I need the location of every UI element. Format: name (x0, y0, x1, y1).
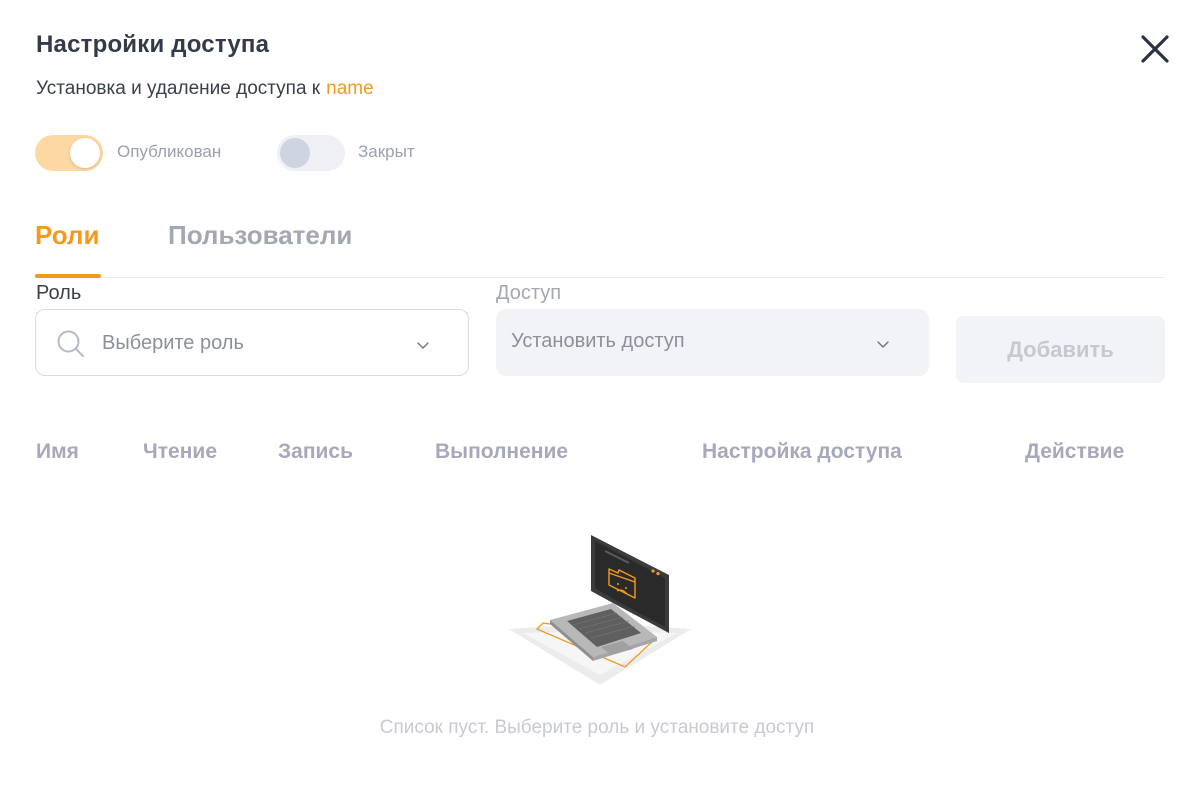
column-header-write: Запись (278, 440, 354, 463)
laptop-empty-folder-icon (509, 535, 691, 685)
tabs-bar: Роли Пользователи (35, 210, 1165, 278)
chevron-down-icon (877, 341, 889, 348)
access-select-value: Установить доступ (511, 330, 685, 352)
empty-state-text: Список пуст. Выберите роль и установите … (379, 717, 815, 738)
published-toggle-label: Опубликован (117, 142, 222, 161)
toggle-knob (280, 138, 310, 168)
column-header-access-settings: Настройка доступа (702, 440, 902, 463)
role-field-label: Роль (36, 282, 82, 304)
column-header-read: Чтение (143, 440, 217, 463)
close-icon[interactable] (1136, 30, 1174, 68)
subtitle-target-name: name (326, 78, 374, 99)
chevron-down-icon (417, 342, 429, 349)
column-header-execute: Выполнение (435, 440, 569, 463)
role-select-placeholder: Выберите роль (102, 332, 244, 354)
column-header-name: Имя (36, 440, 79, 463)
role-select[interactable]: Выберите роль (35, 309, 469, 376)
closed-toggle[interactable] (277, 135, 345, 171)
toggle-knob (70, 138, 100, 168)
closed-toggle-label: Закрыт (358, 142, 415, 161)
access-field-label: Доступ (496, 282, 562, 304)
search-icon (57, 330, 84, 357)
published-toggle[interactable] (35, 135, 103, 171)
page-title: Настройки доступа (36, 31, 270, 58)
page-subtitle: Установка и удаление доступа к name (36, 78, 374, 100)
tab-roles[interactable]: Роли (35, 220, 99, 251)
column-header-action: Действие (1025, 440, 1125, 463)
subtitle-text: Установка и удаление доступа к (36, 78, 321, 99)
access-select[interactable]: Установить доступ (496, 309, 929, 376)
active-tab-indicator (35, 274, 101, 278)
add-button[interactable]: Добавить (956, 316, 1165, 383)
tab-users[interactable]: Пользователи (168, 220, 352, 251)
